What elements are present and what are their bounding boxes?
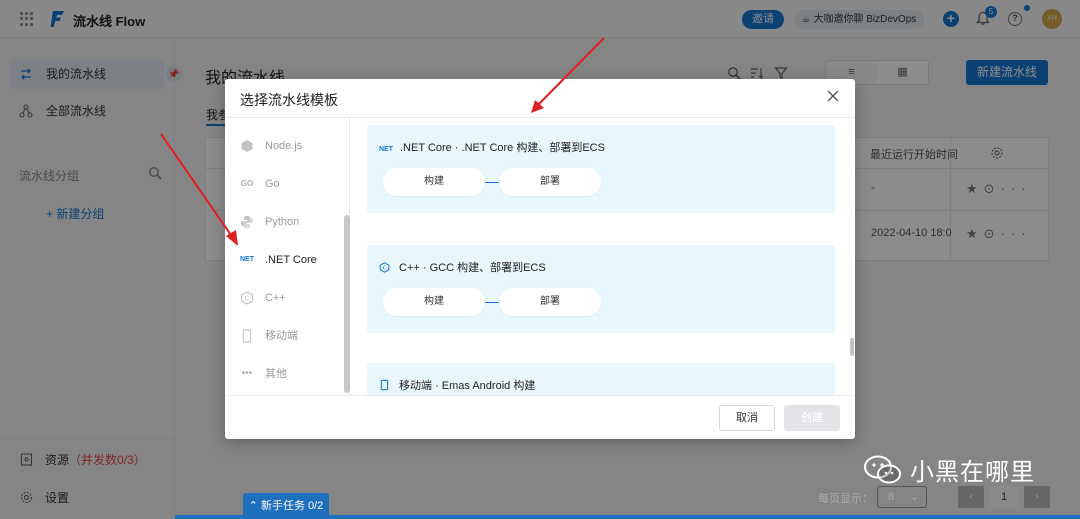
stage-build: 构建 xyxy=(383,168,485,196)
modal-title: 选择流水线模板 xyxy=(240,92,338,108)
svg-text:C: C xyxy=(383,265,387,271)
current-page-button[interactable]: 1 xyxy=(990,486,1018,508)
lang-item-other[interactable]: ••• 其他 xyxy=(240,364,340,384)
dotnet-icon: NET xyxy=(379,146,393,153)
lang-item-python[interactable]: Python xyxy=(240,212,340,232)
stage-build: 构建 xyxy=(383,288,485,316)
template-select-modal: 选择流水线模板 Node.js GO Go Python NET .NET Co… xyxy=(225,79,855,439)
template-card-cpp[interactable]: C C++ · GCC 构建、部署到ECS 构建 部署 xyxy=(367,245,835,333)
create-button[interactable]: 创建 xyxy=(784,405,840,431)
more-icon: ••• xyxy=(241,368,253,379)
template-card-mobile[interactable]: 移动端 · Emas Android 构建 xyxy=(367,363,835,395)
cpp-icon: C xyxy=(240,291,254,305)
template-title: 移动端 · Emas Android 构建 xyxy=(379,377,535,393)
svg-text:C: C xyxy=(245,295,250,303)
mobile-icon xyxy=(242,329,252,343)
per-page-label: 每页显示： xyxy=(818,493,873,505)
template-card-dotnet[interactable]: NET .NET Core · .NET Core 构建、部署到ECS 构建 部署 xyxy=(367,125,835,213)
go-icon: GO xyxy=(240,179,254,188)
template-list: NET .NET Core · .NET Core 构建、部署到ECS 构建 部署… xyxy=(350,118,855,395)
beginner-tasks-tab[interactable]: ⌃ 新手任务 0/2 xyxy=(243,493,329,519)
mobile-icon xyxy=(380,379,389,391)
next-page-button[interactable]: › xyxy=(1024,486,1050,508)
chevron-up-icon: ⌃ xyxy=(248,500,261,512)
language-list: Node.js GO Go Python NET .NET Core C C++ xyxy=(225,118,350,395)
stage-connector xyxy=(485,182,499,183)
lang-item-dotnet[interactable]: NET .NET Core xyxy=(240,250,340,270)
per-page-select[interactable]: 8 ⌄ xyxy=(877,486,927,508)
divider xyxy=(225,395,855,396)
lang-item-nodejs[interactable]: Node.js xyxy=(240,136,340,156)
nodejs-icon xyxy=(241,140,253,152)
lang-item-mobile[interactable]: 移动端 xyxy=(240,326,340,346)
close-icon[interactable] xyxy=(826,89,840,103)
stage-connector xyxy=(485,302,499,303)
cancel-button[interactable]: 取消 xyxy=(719,405,775,431)
cpp-icon: C xyxy=(379,262,390,273)
stage-deploy: 部署 xyxy=(499,288,601,316)
stage-deploy: 部署 xyxy=(499,168,601,196)
chevron-down-icon: ⌄ xyxy=(910,491,920,503)
template-title: C C++ · GCC 构建、部署到ECS xyxy=(379,259,546,275)
wechat-icon xyxy=(864,455,901,484)
prev-page-button[interactable]: ‹ xyxy=(958,486,984,508)
dotnet-icon: NET xyxy=(240,256,254,263)
template-title: NET .NET Core · .NET Core 构建、部署到ECS xyxy=(379,142,605,154)
python-icon xyxy=(241,216,253,228)
template-list-scrollbar[interactable] xyxy=(850,338,854,356)
lang-item-go[interactable]: GO Go xyxy=(240,174,340,194)
watermark-text: 小黑在哪里 xyxy=(910,459,1035,486)
lang-item-cpp[interactable]: C C++ xyxy=(240,288,340,308)
